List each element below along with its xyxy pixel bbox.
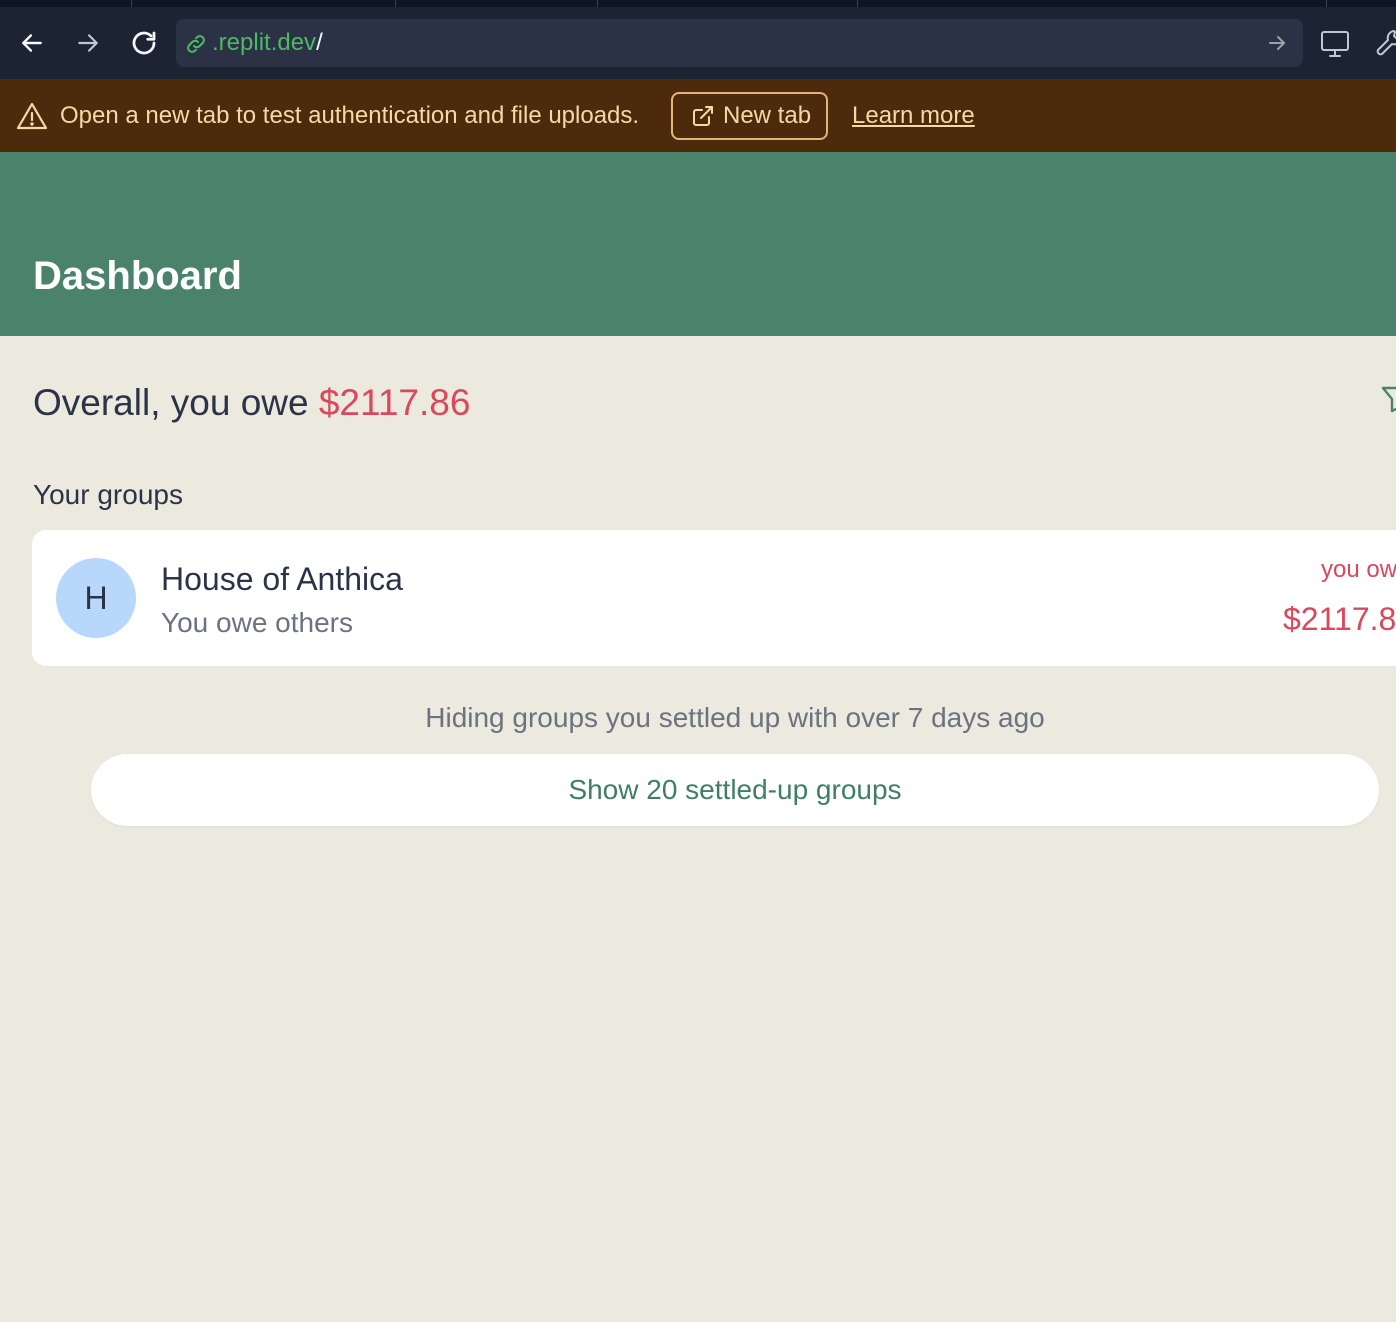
overall-balance-prefix: Overall, you owe xyxy=(33,382,309,423)
learn-more-link[interactable]: Learn more xyxy=(852,101,975,131)
group-avatar: H xyxy=(56,558,136,638)
warning-banner: Open a new tab to test authentication an… xyxy=(0,79,1396,152)
tab-separator xyxy=(1326,0,1327,7)
filter-icon[interactable] xyxy=(1380,384,1396,414)
arrow-right-icon xyxy=(78,34,98,52)
wrench-icon[interactable] xyxy=(1372,25,1396,61)
group-balance-label: you owe xyxy=(1321,556,1396,583)
go-arrow-icon[interactable] xyxy=(1265,31,1289,55)
reload-button[interactable] xyxy=(126,25,162,61)
new-tab-button[interactable]: New tab xyxy=(671,92,828,140)
hidden-groups-note: Hiding groups you settled up with over 7… xyxy=(425,702,1045,733)
forward-button[interactable] xyxy=(70,25,106,61)
new-tab-label: New tab xyxy=(723,102,812,129)
show-settled-groups-button[interactable]: Show 20 settled-up groups xyxy=(91,754,1379,826)
overall-balance: Overall, you owe $2117.86 xyxy=(33,381,470,425)
tab-separator xyxy=(597,0,598,7)
app-header: Dashboard xyxy=(0,152,1396,336)
url-bar[interactable]: .replit.dev/ xyxy=(176,19,1303,67)
tab-separator xyxy=(131,0,132,7)
page-title: Dashboard xyxy=(33,254,242,298)
group-balance-amount: $2117.86 xyxy=(1283,601,1396,637)
url-text[interactable]: .replit.dev/ xyxy=(212,29,323,57)
tab-separator xyxy=(395,0,396,7)
desktop-icon[interactable] xyxy=(1317,25,1353,61)
overall-balance-amount: $2117.86 xyxy=(318,382,471,423)
warning-icon xyxy=(16,102,48,130)
link-icon xyxy=(187,35,205,53)
url-path: / xyxy=(316,29,323,56)
group-status: You owe others xyxy=(161,607,353,638)
groups-heading: Your groups xyxy=(33,479,183,510)
external-link-icon xyxy=(693,106,713,126)
tab-separator xyxy=(857,0,858,7)
banner-message: Open a new tab to test authentication an… xyxy=(60,102,640,129)
group-name: House of Anthica xyxy=(161,561,403,597)
browser-toolbar: .replit.dev/ xyxy=(0,0,1396,79)
group-card[interactable]: H House of Anthica You owe others you ow… xyxy=(32,530,1396,666)
page: .replit.dev/ Open a new tab to test auth… xyxy=(0,0,1396,1322)
arrow-left-icon xyxy=(22,34,42,52)
tab-strip xyxy=(0,0,1396,7)
back-button[interactable] xyxy=(14,25,50,61)
reload-icon xyxy=(132,31,156,55)
url-host: .replit.dev xyxy=(212,29,317,56)
